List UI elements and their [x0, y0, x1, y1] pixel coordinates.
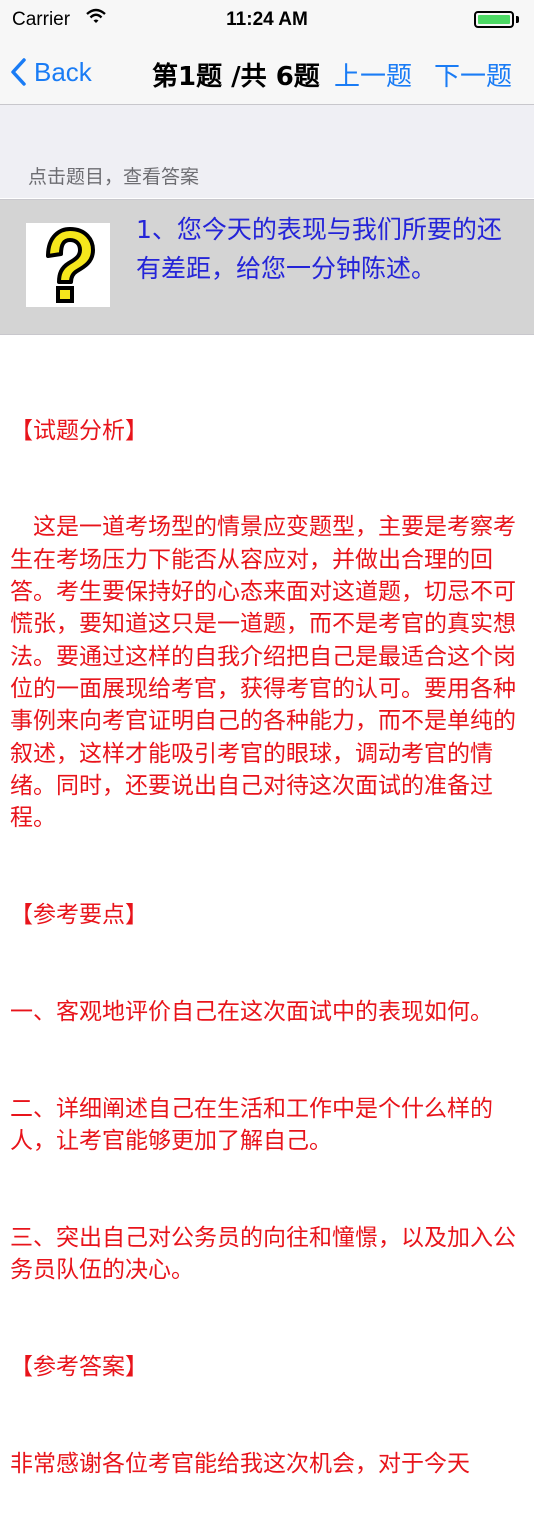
clock: 11:24 AM [226, 9, 308, 30]
reference-answer-text: 非常感谢各位考官能给我这次机会，对于今天 [10, 1451, 470, 1478]
answer-content: 【试题分析】 这是一道考场型的情景应变题型，主要是考察考生在考场压力下能否从容应… [10, 350, 526, 1513]
status-bar: Carrier 11:24 AM [0, 0, 534, 40]
page-title: 第1题 /共 6题 [152, 62, 320, 92]
chevron-left-icon [11, 58, 26, 86]
navigation-bar: Back 第1题 /共 6题 上一题 下一题 [0, 40, 534, 105]
key-point-3: 三、突出自己对公务员的向往和憧憬，以及加入公务员队伍的决心。 [10, 1225, 516, 1284]
analysis-paragraph: 这是一道考场型的情景应变题型，主要是考察考生在考场压力下能否从容应对，并做出合理… [10, 514, 516, 832]
reference-answer-heading: 【参考答案】 [10, 1354, 148, 1381]
question-text: 1、您今天的表现与我们所要的还有差距，给您一分钟陈述。 [136, 215, 502, 283]
analysis-heading: 【试题分析】 [10, 417, 148, 444]
key-point-1: 一、客观地评价自己在这次面试中的表现如何。 [10, 998, 493, 1025]
key-point-2: 二、详细阐述自己在生活和工作中是个什么样的人，让考官能够更加了解自己。 [10, 1095, 493, 1155]
battery-tip [516, 16, 519, 23]
next-question-button[interactable]: 下一题 [434, 56, 512, 93]
previous-question-button[interactable]: 上一题 [334, 56, 412, 93]
battery-icon [474, 11, 514, 28]
question-row[interactable]: 1、您今天的表现与我们所要的还有差距，给您一分钟陈述。 [0, 199, 534, 335]
section-hint: 点击题目，查看答案 [28, 166, 200, 188]
back-button[interactable]: Back [10, 52, 92, 92]
back-label: Back [34, 56, 92, 87]
question-mark-icon [26, 223, 110, 307]
key-points-heading: 【参考要点】 [10, 902, 148, 929]
